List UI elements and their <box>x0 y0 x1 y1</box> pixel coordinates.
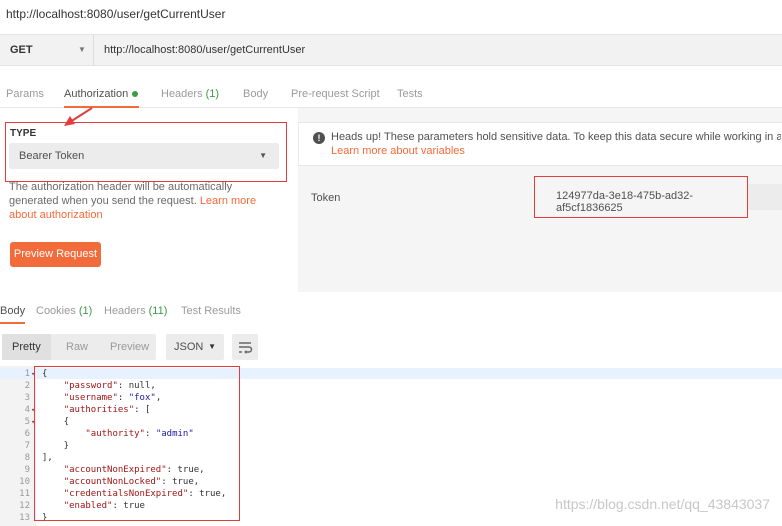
tab-pre-request-script[interactable]: Pre-request Script <box>291 80 380 108</box>
tab-authorization-label: Authorization <box>64 88 129 100</box>
auth-note: The authorization header will be automat… <box>9 180 279 222</box>
line-number: 10 <box>19 477 30 487</box>
auth-type-box: TYPE Bearer Token ▼ <box>5 122 287 182</box>
wrap-lines-icon <box>239 342 253 354</box>
line-number: 5 <box>24 417 30 427</box>
resp-tab-body-label: Body <box>0 305 26 317</box>
tab-params-label: Params <box>6 88 44 100</box>
token-input[interactable]: 124977da-3e18-475b-ad32-af5cf1836625 <box>534 176 748 218</box>
auth-note-text: The authorization header will be automat… <box>9 181 233 207</box>
token-value: 124977da-3e18-475b-ad32-af5cf1836625 <box>556 190 694 214</box>
warning-banner: ! Heads up! These parameters hold sensit… <box>298 122 782 166</box>
auth-left-pane: TYPE Bearer Token ▼ The authorization he… <box>0 108 290 292</box>
tab-authorization[interactable]: Authorization <box>64 80 139 108</box>
line-number: 1 <box>24 369 30 379</box>
resp-tab-cookies[interactable]: Cookies (1) <box>36 298 92 324</box>
line-number: 3 <box>24 393 30 403</box>
tab-tests-label: Tests <box>397 88 423 100</box>
tab-body-label: Body <box>243 88 269 100</box>
format-value: JSON <box>174 341 204 353</box>
resp-tab-cookies-count: (1) <box>78 305 93 317</box>
chevron-down-icon: ▼ <box>78 45 86 54</box>
tab-headers[interactable]: Headers (1) <box>161 80 219 108</box>
info-icon: ! <box>313 132 325 144</box>
url-bar: GET ▼ http://localhost:8080/user/getCurr… <box>0 34 782 66</box>
tab-tests[interactable]: Tests <box>397 80 423 108</box>
auth-type-value: Bearer Token <box>19 150 85 162</box>
watermark: https://blog.csdn.net/qq_43843037 <box>555 496 770 512</box>
chevron-down-icon: ▼ <box>208 342 216 351</box>
line-number: 9 <box>24 465 30 475</box>
view-preview-button[interactable]: Preview <box>110 334 149 360</box>
tab-pre-request-label: Pre-request Script <box>291 88 380 100</box>
format-select[interactable]: JSON ▼ <box>166 334 224 360</box>
request-title: http://localhost:8080/user/getCurrentUse… <box>6 7 226 21</box>
line-number: 4 <box>24 405 30 415</box>
active-dot-icon <box>132 91 139 98</box>
line-number: 2 <box>24 381 30 391</box>
tab-headers-count: (1) <box>205 88 220 100</box>
type-label: TYPE <box>10 128 37 139</box>
line-number: 13 <box>19 513 30 523</box>
line-number: 12 <box>19 501 30 511</box>
method-label: GET <box>10 44 33 56</box>
view-mode-group: Pretty Raw Preview <box>2 334 156 360</box>
tab-headers-label: Headers <box>161 88 203 100</box>
resp-tab-headers-label: Headers <box>104 305 146 317</box>
resp-tab-test-results[interactable]: Test Results <box>181 298 241 324</box>
resp-tab-body[interactable]: Body <box>0 298 26 324</box>
auth-type-select[interactable]: Bearer Token ▼ <box>9 143 279 169</box>
json-highlight-box <box>34 366 240 521</box>
chevron-down-icon: ▼ <box>259 151 267 160</box>
resp-tab-cookies-label: Cookies <box>36 305 76 317</box>
tab-params[interactable]: Params <box>6 80 44 108</box>
tab-body[interactable]: Body <box>243 80 268 108</box>
preview-request-button[interactable]: Preview Request <box>10 242 101 267</box>
warning-text: Heads up! These parameters hold sensitiv… <box>331 131 781 143</box>
view-pretty-button[interactable]: Pretty <box>2 334 51 360</box>
url-input[interactable]: http://localhost:8080/user/getCurrentUse… <box>104 35 305 65</box>
line-number: 6 <box>24 429 30 439</box>
resp-tab-test-results-label: Test Results <box>181 305 241 317</box>
response-view-bar: Pretty Raw Preview JSON ▼ <box>0 334 782 360</box>
request-tabs: Params Authorization Headers (1) Body Pr… <box>0 80 782 108</box>
method-select[interactable]: GET ▼ <box>0 35 94 65</box>
learn-variables-link[interactable]: Learn more about variables <box>331 144 465 158</box>
line-number: 11 <box>19 489 30 499</box>
line-number: 8 <box>24 453 30 463</box>
line-number: 7 <box>24 441 30 451</box>
resp-tab-headers[interactable]: Headers (11) <box>104 298 167 324</box>
response-tabs: Body Cookies (1) Headers (11) Test Resul… <box>0 298 782 324</box>
auth-right-pane: ! Heads up! These parameters hold sensit… <box>298 108 782 292</box>
resp-tab-headers-count: (11) <box>148 305 168 317</box>
view-raw-button[interactable]: Raw <box>66 334 88 360</box>
wrap-lines-button[interactable] <box>232 334 258 360</box>
token-input-extension <box>748 184 782 210</box>
token-label: Token <box>311 192 341 204</box>
